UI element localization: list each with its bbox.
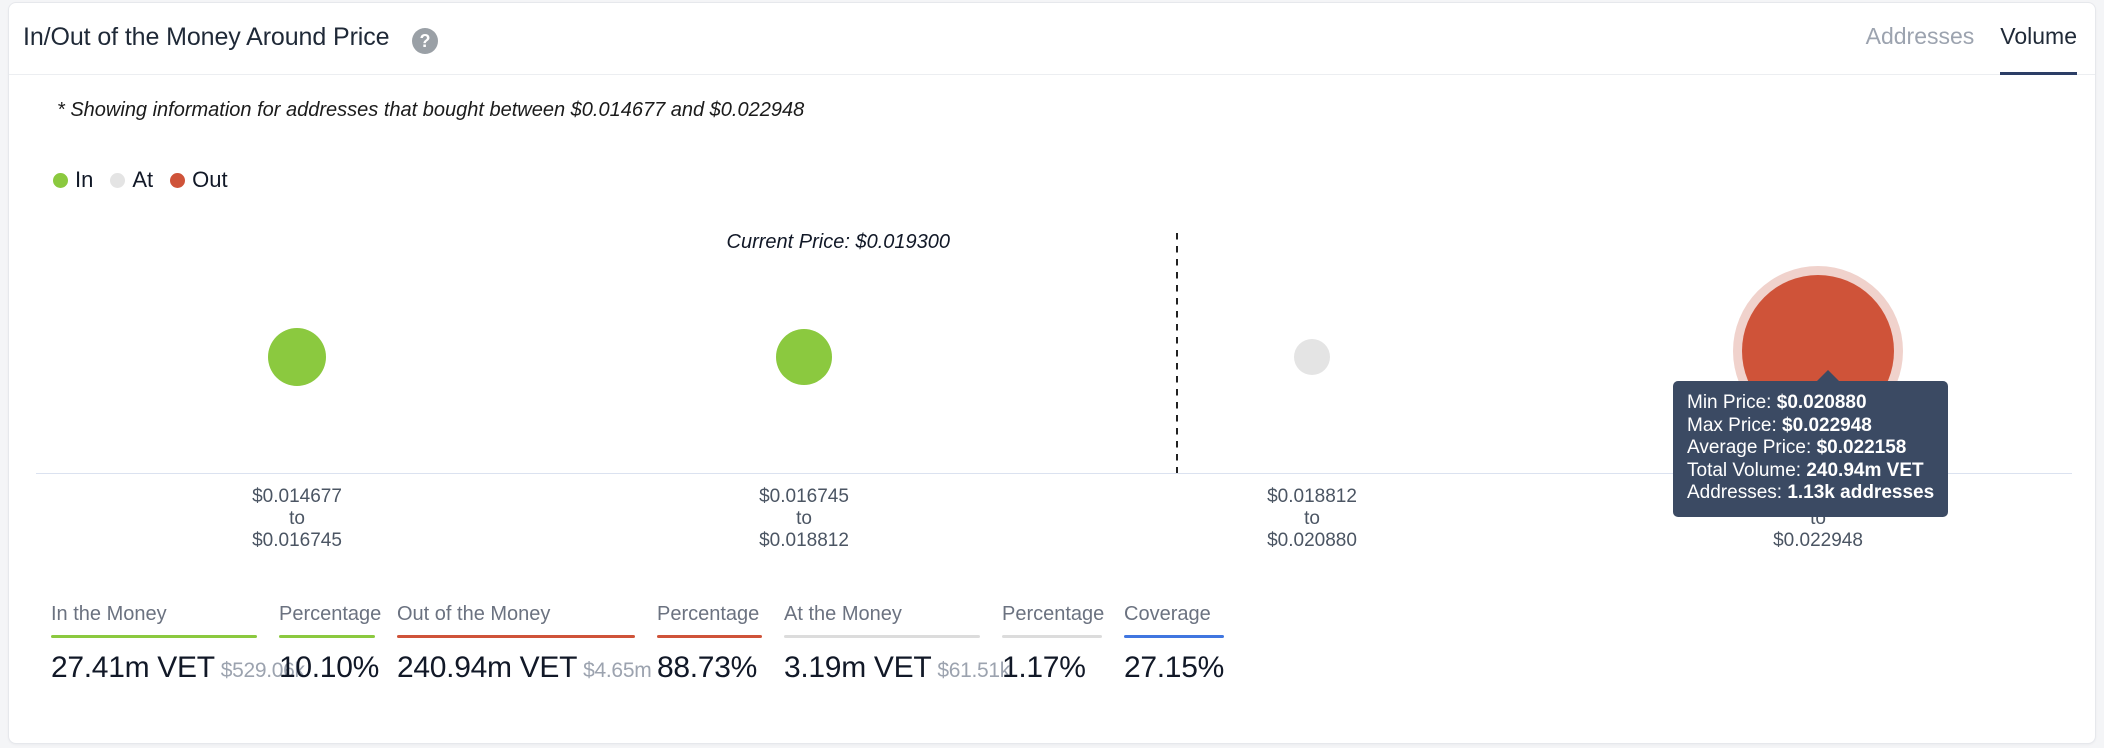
stat-label: In the Money [51, 603, 167, 625]
x-axis-label-line2: to [796, 508, 812, 529]
tooltip-value-max-price: $0.022948 [1782, 414, 1872, 436]
legend-dot-at-icon [110, 172, 126, 188]
stat-underline [397, 635, 635, 638]
stat-subvalue: $61.51k [937, 659, 1010, 682]
stat-label: Out of the Money [397, 603, 551, 625]
tooltip-row: Total Volume: 240.94m VET [1687, 460, 1934, 483]
tooltip-row: Max Price: $0.022948 [1687, 415, 1934, 438]
stat-underline [279, 635, 375, 638]
tooltip-label-average-price: Average Price: [1687, 437, 1812, 458]
view-tabs: Addresses Volume [1866, 3, 2077, 75]
stat-subvalue: $4.65m [583, 659, 652, 682]
x-axis-label-line3: $0.018812 [759, 530, 849, 551]
x-axis-label-line1: $0.016745 [759, 486, 849, 507]
question-mark-icon[interactable]: ? [412, 28, 438, 54]
stat-value: 27.15% [1124, 651, 1224, 684]
tooltip-arrow-icon [1816, 370, 1840, 382]
tooltip-row: Average Price: $0.022158 [1687, 437, 1934, 460]
stat-underline [1002, 635, 1102, 638]
tooltip-row: Addresses: 1.13k addresses [1687, 482, 1934, 505]
stat-value: 240.94m VET $4.65m [397, 651, 652, 684]
stat-percentage-3: Percentage 88.73% [657, 603, 762, 685]
legend-label-in: In [75, 167, 94, 192]
tooltip-value-min-price: $0.020880 [1776, 392, 1867, 413]
tooltip-value-total-volume: 240.94m VET [1806, 459, 1924, 481]
stat-label: At the Money [784, 603, 902, 625]
stat-value: 88.73% [657, 651, 757, 684]
legend-item-in[interactable]: In [53, 167, 93, 193]
stat-percentage-5: Percentage 1.17% [1002, 603, 1105, 685]
stat-coverage-6: Coverage 27.15% [1124, 603, 1224, 685]
legend-label-at: At [132, 167, 154, 192]
tooltip-label-addresses: Addresses: [1687, 482, 1783, 503]
legend-dot-out-icon [170, 172, 186, 188]
stat-value: 10.10% [279, 651, 379, 684]
bubble-at-2[interactable] [1294, 339, 1330, 375]
x-axis-label-2: $0.018812 to $0.020880 [1267, 486, 1357, 552]
x-axis-label-line1: $0.018812 [1267, 486, 1357, 507]
stat-underline [784, 635, 980, 638]
legend-item-at[interactable]: At [110, 167, 153, 193]
stat-underline [1124, 635, 1224, 638]
bubble-in-0[interactable] [268, 328, 326, 386]
tab-volume[interactable]: Volume [2000, 23, 2077, 75]
x-axis-label-line3: $0.022948 [1773, 530, 1863, 551]
x-axis-label-0: $0.014677 to $0.016745 [252, 486, 342, 552]
stat-out-of-the-money-2: Out of the Money 240.94m VET $4.65m [397, 603, 652, 685]
tooltip-row: Min Price: $0.020880 [1687, 392, 1934, 415]
x-axis-label-line3: $0.016745 [252, 530, 342, 551]
x-axis-label-line3: $0.020880 [1267, 530, 1357, 551]
tooltip-label-min-price: Min Price: [1687, 392, 1772, 413]
x-axis-label-line2: to [289, 508, 305, 529]
chart-legend: In At Out [53, 167, 235, 193]
current-price-annotation: Current Price: $0.019300 [726, 231, 950, 253]
legend-label-out: Out [192, 167, 228, 192]
x-axis-label-1: $0.016745 to $0.018812 [759, 486, 849, 552]
stat-label: Coverage [1124, 603, 1211, 625]
page-title: In/Out of the Money Around Price [23, 23, 390, 51]
legend-dot-in-icon [53, 172, 68, 188]
summary-stats: In the Money 27.41m VET $529.06k Percentage… [51, 603, 1246, 685]
card-header: In/Out of the Money Around Price ? Addre… [9, 3, 2095, 75]
in-out-of-money-card: In/Out of the Money Around Price ? Addre… [8, 2, 2096, 744]
tooltip-value-average-price: $0.022158 [1816, 437, 1907, 458]
screenshot-root: In/Out of the Money Around Price ? Addre… [0, 0, 2104, 748]
stat-at-the-money-4: At the Money 3.19m VET $61.51k [784, 603, 1010, 685]
stat-value: 27.41m VET $529.06k [51, 651, 305, 684]
tooltip-label-max-price: Max Price: [1687, 414, 1777, 436]
stat-label: Percentage [279, 603, 382, 625]
x-axis-label-line2: to [1304, 508, 1320, 529]
tab-addresses[interactable]: Addresses [1866, 23, 1975, 75]
filter-note: * Showing information for addresses that… [57, 99, 805, 121]
bubble-tooltip: Min Price: $0.020880 Max Price: $0.02294… [1673, 370, 1949, 517]
current-price-line [1176, 233, 1178, 473]
bubble-in-1[interactable] [776, 329, 832, 385]
tooltip-label-total-volume: Total Volume: [1687, 459, 1802, 481]
stat-underline [657, 635, 762, 638]
stat-in-the-money-0: In the Money 27.41m VET $529.06k [51, 603, 305, 685]
stat-underline [51, 635, 257, 638]
x-axis-label-line1: $0.014677 [252, 486, 342, 507]
legend-item-out[interactable]: Out [170, 167, 228, 193]
tooltip-value-addresses: 1.13k addresses [1787, 482, 1935, 503]
stat-label: Percentage [657, 603, 760, 625]
stat-value: 1.17% [1002, 651, 1086, 684]
stat-percentage-1: Percentage 10.10% [279, 603, 382, 685]
stat-label: Percentage [1002, 603, 1105, 625]
stat-value: 3.19m VET $61.51k [784, 651, 1010, 684]
